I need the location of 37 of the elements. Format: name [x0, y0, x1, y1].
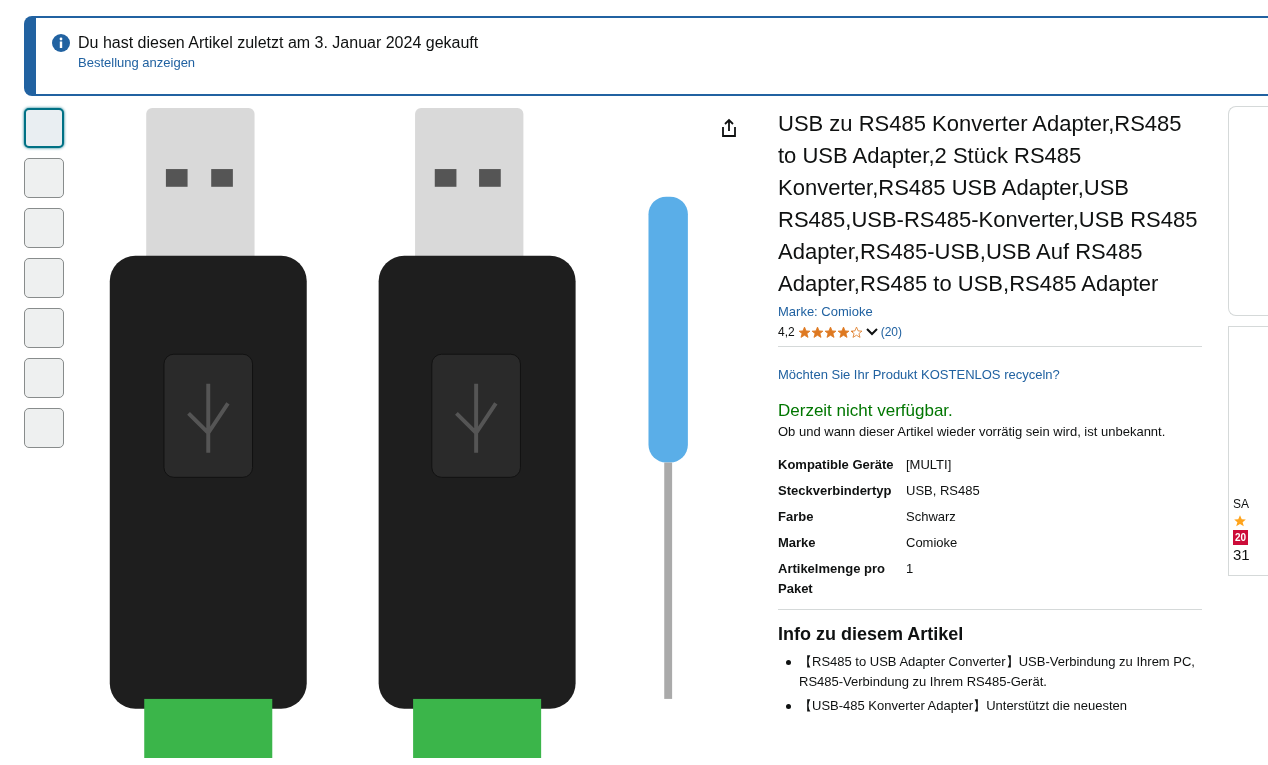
- review-count-link[interactable]: (20): [880, 322, 903, 342]
- spec-label: Marke: [778, 533, 817, 552]
- spec-value: [MULTI]: [906, 455, 952, 474]
- recycle-link[interactable]: Möchten Sie Ihr Produkt KOSTENLOS recyceln?: [778, 365, 1202, 385]
- card-price: 31: [1233, 545, 1251, 565]
- spec-value: Comioke: [906, 533, 958, 552]
- star-icon: [1233, 514, 1247, 528]
- rating-value: 4,2: [778, 324, 795, 341]
- product-title: USB zu RS485 Konverter Adapter,RS485 to USB Adapter,2 Stück RS485 Konverter,RS485 USB Adapter,USB RS485,USB-RS485-Konverter,USB RS485 Adapter,RS485-USB,USB Auf RS485 Adapter,RS485 to USB,RS485 Adapter: [778, 110, 1199, 298]
- thumbnail-image[interactable]: [24, 208, 64, 248]
- share-icon[interactable]: [720, 118, 738, 138]
- info-icon: [52, 34, 70, 52]
- spec-label: Steckverbindertyp: [778, 481, 893, 500]
- order-link[interactable]: Bestellung anzeigen: [78, 54, 479, 72]
- spec-label: Kompatible Geräte: [778, 455, 895, 474]
- feature-bullet: 【RS485 to USB Adapter Converter】USB-Verbindung zu Ihrem PC, RS485-Verbindung zu Ihrem RS485-Gerät.: [799, 652, 1196, 691]
- brand-link[interactable]: Marke: Comioke: [778, 302, 1202, 322]
- feature-bullet: 【USB-485 Konverter Adapter】Unterstützt die neuesten: [799, 696, 1128, 715]
- card-title: SA: [1233, 496, 1250, 512]
- spec-label: Farbe: [778, 507, 815, 526]
- spec-value: Schwarz: [906, 507, 956, 526]
- availability-note: Ob und wann dieser Artikel wieder vorrätig sein wird, ist unbekannt.: [778, 422, 1167, 441]
- thumbnail-image[interactable]: [24, 308, 64, 348]
- spec-value: 1: [906, 559, 914, 578]
- thumbnail-image[interactable]: [24, 108, 64, 148]
- spec-value: USB, RS485: [906, 481, 980, 500]
- thumbnail-image[interactable]: [24, 408, 64, 448]
- thumbnail-image[interactable]: [24, 358, 64, 398]
- spec-label: Artikelmenge pro Paket: [778, 559, 886, 598]
- notice-message: Du hast diesen Artikel zuletzt am 3. Januar 2024 gekauft: [78, 33, 479, 53]
- thumbnail-image[interactable]: [24, 258, 64, 298]
- section-heading: Info zu diesem Artikel: [778, 622, 965, 646]
- star-rating[interactable]: [797, 325, 863, 339]
- thumbnail-image[interactable]: [24, 158, 64, 198]
- discount-badge: 20: [1233, 530, 1249, 545]
- availability-status: Derzeit nicht verfügbar.: [778, 399, 954, 422]
- chevron-down-icon[interactable]: [865, 328, 878, 336]
